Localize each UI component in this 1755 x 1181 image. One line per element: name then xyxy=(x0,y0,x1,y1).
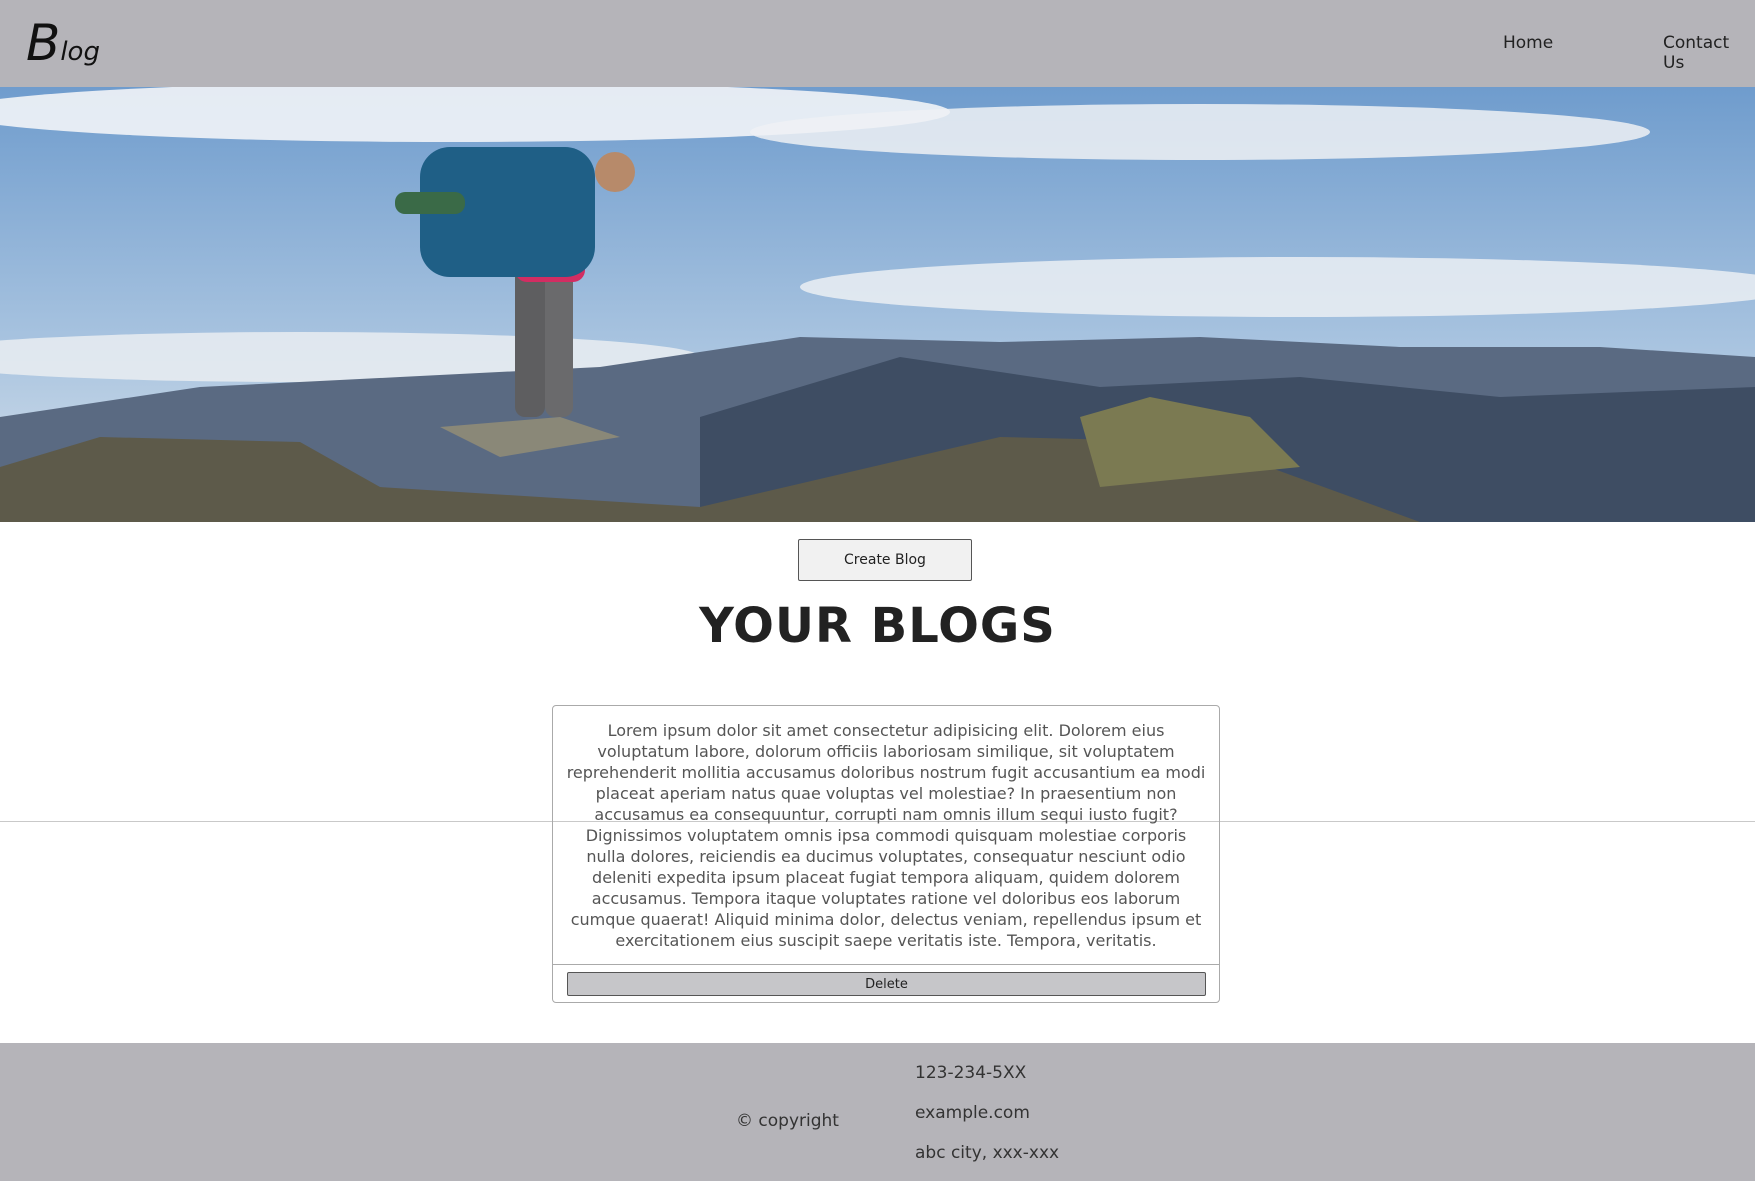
delete-button[interactable]: Delete xyxy=(567,972,1206,996)
contact-website[interactable]: example.com xyxy=(915,1103,1030,1123)
nav-contact-us[interactable]: Contact Us xyxy=(1663,33,1755,73)
footer: © copyright 123-234-5XX example.com abc … xyxy=(0,1043,1755,1181)
hero-image xyxy=(0,87,1755,522)
blog-text: Lorem ipsum dolor sit amet consectetur a… xyxy=(566,721,1206,950)
logo-initial: B xyxy=(26,14,61,72)
contact-phone: 123-234-5XX xyxy=(915,1063,1027,1083)
contact-address: abc city, xxx-xxx xyxy=(915,1143,1060,1163)
copyright: © copyright xyxy=(736,1111,839,1131)
nav-home[interactable]: Home xyxy=(1503,33,1553,53)
create-blog-button[interactable]: Create Blog xyxy=(798,539,972,581)
logo[interactable]: Blog xyxy=(26,18,100,68)
header: Blog Home Contact Us xyxy=(0,0,1755,87)
logo-rest: log xyxy=(60,37,100,67)
blog-card: Lorem ipsum dolor sit amet consectetur a… xyxy=(552,705,1220,1003)
card-divider xyxy=(553,964,1219,965)
page-title: YOUR BLOGS xyxy=(699,598,1056,654)
